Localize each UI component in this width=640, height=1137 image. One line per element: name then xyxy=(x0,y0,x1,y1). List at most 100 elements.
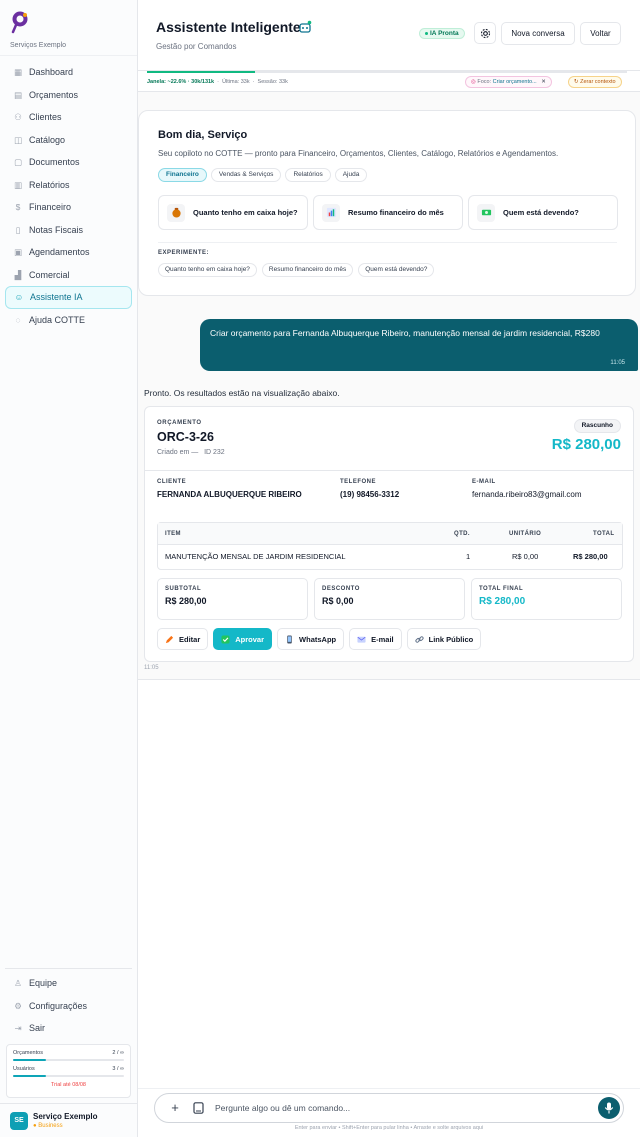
money-bag-icon xyxy=(167,203,185,222)
context-window: Janela: ~22.6% · 30k/131k xyxy=(147,79,215,85)
client-name: FERNANDA ALBUQUERQUE RIBEIRO xyxy=(157,490,302,499)
users-icon: ⚇ xyxy=(14,112,22,123)
bar-chart-icon: ▥ xyxy=(13,179,23,190)
sidebar-item-equipe[interactable]: ♙ Equipe xyxy=(5,972,132,995)
sidebar-item-label: Financeiro xyxy=(29,202,72,213)
sidebar-item-assistente-ia[interactable]: ☺ Assistente IA xyxy=(5,286,132,309)
table-header xyxy=(158,523,622,545)
avatar: SE xyxy=(10,1111,28,1130)
row-item: MANUTENÇÃO MENSAL DE JARDIM RESIDENCIAL xyxy=(165,552,346,561)
sidebar-item-notas-fiscais[interactable]: ▯ Notas Fiscais xyxy=(5,219,132,242)
suggestion-card-label: Resumo financeiro do mês xyxy=(348,207,444,217)
sidebar-item-ajuda[interactable]: ◌ Ajuda COTTE xyxy=(5,309,132,332)
user-message-text: Criar orçamento para Fernanda Albuquerqu… xyxy=(210,328,600,338)
sidebar-item-documentos[interactable]: ▢ Documentos xyxy=(5,151,132,174)
status-badge: Rascunho xyxy=(573,419,621,433)
suggestion-card-devedores[interactable]: Quem está devendo? xyxy=(468,195,618,230)
quote-id: ID 232 xyxy=(204,449,225,456)
sidebar-item-financeiro[interactable]: $ Financeiro xyxy=(5,196,132,219)
quote-created: Criado em — xyxy=(157,449,199,456)
final-total-box: TOTAL FINAL R$ 280,00 xyxy=(471,578,622,620)
phone-label: TELEFONE xyxy=(340,479,377,485)
close-icon[interactable]: ✕ xyxy=(541,79,546,85)
try-chip[interactable]: Quanto tenho em caixa hoje? xyxy=(158,263,257,277)
try-chip[interactable]: Quem está devendo? xyxy=(358,263,435,277)
user-message-time: 11:05 xyxy=(610,360,625,366)
sidebar-item-comercial[interactable]: ▟ Comercial xyxy=(5,264,132,287)
usage-quotes-value: 2 / ∞ xyxy=(112,1050,124,1056)
user-menu[interactable]: SE Serviço Exemplo ● Business xyxy=(0,1103,137,1137)
tab-relatorios[interactable]: Relatórios xyxy=(285,168,331,182)
microphone-button[interactable] xyxy=(598,1097,620,1119)
reset-context-button[interactable]: ↻ Zerar contexto xyxy=(568,76,622,88)
chat-empty-area xyxy=(138,680,640,1088)
try-chip[interactable]: Resumo financeiro do mês xyxy=(261,263,354,277)
divider xyxy=(145,470,633,471)
whatsapp-button[interactable]: WhatsApp xyxy=(277,628,345,650)
reset-context-label: Zerar contexto xyxy=(580,79,616,85)
suggestion-card-resumo[interactable]: Resumo financeiro do mês xyxy=(313,195,463,230)
sidebar-item-label: Comercial xyxy=(29,269,70,280)
pencil-icon xyxy=(165,635,174,643)
tab-financeiro[interactable]: Financeiro xyxy=(158,168,207,182)
sidebar-item-label: Equipe xyxy=(29,978,58,989)
microphone-icon xyxy=(604,1102,614,1114)
sidebar-item-dashboard[interactable]: ▦ Dashboard xyxy=(5,61,132,84)
email-button[interactable]: E-mail xyxy=(349,628,402,650)
edit-button[interactable]: Editar xyxy=(157,628,209,650)
email-label: E-MAIL xyxy=(472,479,496,485)
quote-card: ORÇAMENTO ORC-3-26 Criado em — ID 232 Ra… xyxy=(144,406,634,662)
composer-hint: Enter para enviar • Shift+Enter para pul… xyxy=(294,1125,484,1131)
brand[interactable]: Serviços Exemplo xyxy=(0,0,137,56)
check-icon xyxy=(221,634,230,644)
trial-notice[interactable]: Trial até 08/08 xyxy=(13,1082,124,1088)
sidebar-item-label: Documentos xyxy=(29,157,80,168)
phone-value: (19) 98456-3312 xyxy=(340,490,400,499)
sidebar-item-agendamentos[interactable]: ▣ Agendamentos xyxy=(5,241,132,264)
usage-users-fill xyxy=(13,1075,47,1077)
header: Assistente Inteligente Gestão por Comand… xyxy=(138,0,640,70)
settings-button[interactable] xyxy=(474,22,496,44)
context-last: Última: 33k xyxy=(222,79,250,85)
sidebar-bottom-nav: ♙ Equipe ⚙ Configurações ⇥ Sair xyxy=(5,968,132,1040)
person-icon: ♙ xyxy=(14,978,22,989)
context-progress xyxy=(147,71,627,73)
plus-icon[interactable]: + xyxy=(169,1101,181,1115)
email-icon xyxy=(357,636,366,643)
tab-ajuda[interactable]: Ajuda xyxy=(334,168,368,182)
discount-value: R$ 0,00 xyxy=(322,596,354,606)
quote-meta: Criado em — ID 232 xyxy=(157,449,225,456)
sidebar-item-label: Ajuda COTTE xyxy=(29,314,86,325)
column-item: ITEM xyxy=(165,531,181,537)
sidebar-item-label: Agendamentos xyxy=(29,247,90,258)
smile-icon: ☺ xyxy=(14,292,24,303)
chat-input[interactable] xyxy=(215,1100,585,1116)
robot-icon xyxy=(299,20,312,33)
sidebar-item-clientes[interactable]: ⚇ Clientes xyxy=(5,106,132,129)
chart-icon xyxy=(322,203,340,222)
tab-vendas-servicos[interactable]: Vendas & Serviços xyxy=(210,168,282,182)
sidebar-item-label: Relatórios xyxy=(29,179,70,190)
suggestion-card-caixa[interactable]: Quanto tenho em caixa hoje? xyxy=(158,195,308,230)
status-badge-label: IA Pronta xyxy=(430,30,459,37)
sidebar-nav: ▦ Dashboard ▤ Orçamentos ⚇ Clientes ◫ Catálo… xyxy=(0,56,137,336)
logo-icon xyxy=(11,11,28,34)
sidebar-item-label: Clientes xyxy=(29,112,62,123)
sidebar-item-configuracoes[interactable]: ⚙ Configurações xyxy=(5,995,132,1018)
back-button[interactable]: Voltar xyxy=(580,22,621,45)
sidebar-item-orcamentos[interactable]: ▤ Orçamentos xyxy=(5,84,132,107)
public-link-button[interactable]: Link Público xyxy=(406,628,482,650)
grid-icon: ▦ xyxy=(13,67,23,78)
document-icon[interactable] xyxy=(193,1102,204,1114)
main: Assistente Inteligente Gestão por Comand… xyxy=(138,0,640,1137)
quote-total: R$ 280,00 xyxy=(551,436,621,453)
approve-button[interactable]: Aprovar xyxy=(213,628,273,650)
new-chat-button[interactable]: Nova conversa xyxy=(501,22,575,45)
sidebar-item-label: Assistente IA xyxy=(30,292,83,303)
context-focus-chip[interactable]: ◎ Foco: Criar orçamento... ✕ xyxy=(465,76,552,88)
usage-users-value: 3 / ∞ xyxy=(112,1066,124,1072)
file-icon: ▢ xyxy=(13,157,23,168)
sidebar-item-sair[interactable]: ⇥ Sair xyxy=(5,1017,132,1040)
sidebar-item-catalogo[interactable]: ◫ Catálogo xyxy=(5,129,132,152)
sidebar-item-relatorios[interactable]: ▥ Relatórios xyxy=(5,174,132,197)
